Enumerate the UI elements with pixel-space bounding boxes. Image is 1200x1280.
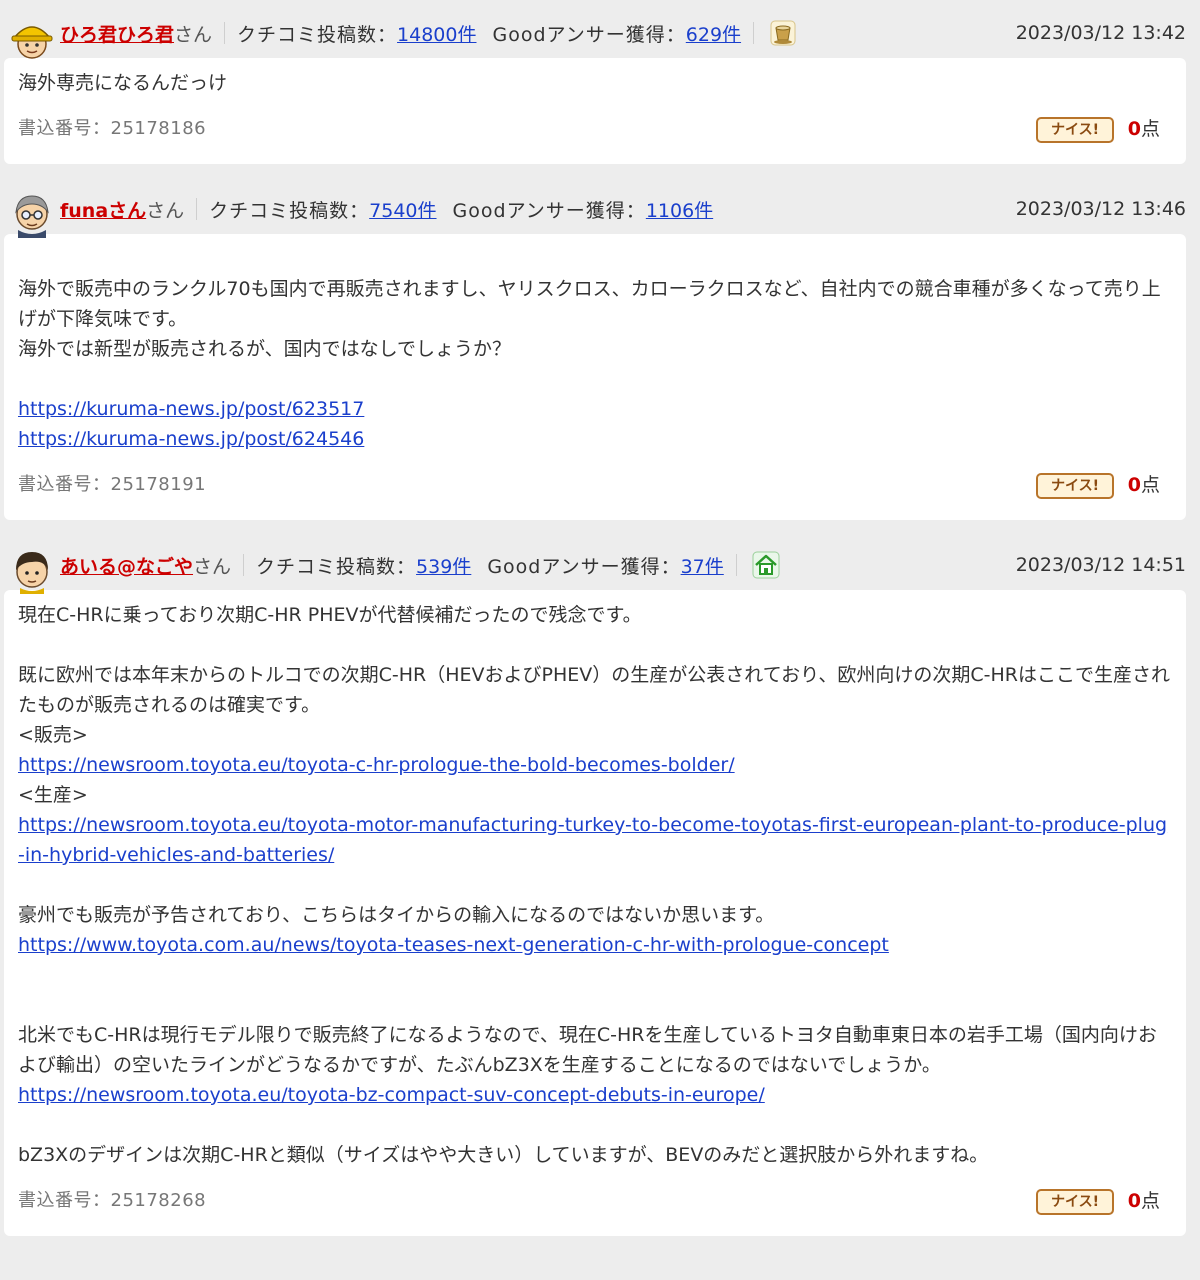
post-text-line [18, 244, 1172, 274]
good-answer-label: Goodアンサー獲得： [452, 199, 646, 222]
avatar-hardhat-icon[interactable] [8, 14, 56, 62]
post-body: 現在C-HRに乗っており次期C-HR PHEVが代替候補だったので残念です。 既… [4, 590, 1186, 1236]
nice-button[interactable]: ナイス! [1036, 473, 1114, 499]
kuchikomi-label: クチコミ投稿数： [237, 23, 398, 46]
nice-score: 0点 [1128, 114, 1160, 144]
post-text-line: 北米でもC-HRは現行モデル限りで販売終了になるようなので、現在C-HRを生産し… [18, 1024, 1157, 1076]
post-text-line [18, 364, 1172, 394]
post-id: 書込番号：25178191 [18, 474, 207, 495]
nice-score-unit: 点 [1140, 1190, 1160, 1212]
post-link[interactable]: https://www.toyota.com.au/news/toyota-te… [18, 930, 1172, 960]
post-link[interactable]: https://kuruma-news.jp/post/624546 [18, 424, 1172, 454]
post-text-line: 海外では新型が販売されるが、国内ではなしでしょうか？ [18, 338, 512, 360]
nice-score: 0点 [1128, 1186, 1160, 1216]
divider [196, 198, 198, 220]
post-id: 書込番号：25178268 [18, 1190, 207, 1211]
good-answer-count-link[interactable]: 629件 [686, 20, 741, 47]
avatar-dark-hair-icon[interactable] [8, 546, 56, 594]
tea-cup-icon [770, 20, 796, 46]
post-timestamp: 2023/03/12 13:46 [1015, 198, 1186, 220]
nice-score-unit: 点 [1140, 118, 1160, 140]
post-text-line [18, 630, 1172, 660]
post: あいる@なごや さん クチコミ投稿数： 539件 Goodアンサー獲得： 37件… [4, 540, 1186, 1236]
post-link[interactable]: https://newsroom.toyota.eu/toyota-bz-com… [18, 1080, 1172, 1110]
nice-score-value: 0 [1127, 1190, 1141, 1212]
nice-button[interactable]: ナイス! [1036, 1189, 1114, 1215]
post-text-line: bZ3Xのデザインは次期C-HRと類似（サイズはやや大きい）していますが、BEV… [18, 1144, 989, 1166]
divider [224, 22, 226, 44]
good-answer-label: Goodアンサー獲得： [492, 23, 686, 46]
post: ひろ君ひろ君 さん クチコミ投稿数： 14800件 Goodアンサー獲得： 62… [4, 8, 1186, 164]
post-header: ひろ君ひろ君 さん クチコミ投稿数： 14800件 Goodアンサー獲得： 62… [4, 8, 1186, 59]
post-text-line: <販売> [18, 724, 88, 746]
post-text-line [18, 960, 1172, 990]
avatar-gray-hair-glasses-icon[interactable] [8, 190, 56, 238]
post-text-line [18, 990, 1172, 1020]
post-text-line [18, 1110, 1172, 1140]
kuchikomi-label: クチコミ投稿数： [256, 555, 417, 578]
post-text-line: 既に欧州では本年末からのトルコでの次期C-HR（HEVおよびPHEV）の生産が公… [18, 664, 1170, 716]
post-timestamp: 2023/03/12 13:42 [1015, 22, 1186, 44]
post-link[interactable]: https://newsroom.toyota.eu/toyota-c-hr-p… [18, 750, 1172, 780]
post-text-line: 現在C-HRに乗っており次期C-HR PHEVが代替候補だったので残念です。 [18, 604, 642, 626]
nice-score-value: 0 [1127, 474, 1141, 496]
post-text-line: 海外専売になるんだっけ [18, 72, 228, 94]
post-timestamp: 2023/03/12 14:51 [1015, 554, 1186, 576]
honorific: さん [193, 555, 232, 578]
post-footer: 書込番号：25178268 ナイス! 0点 [18, 1176, 1172, 1224]
green-house-icon [752, 551, 780, 579]
nice-button[interactable]: ナイス! [1036, 117, 1114, 143]
divider [735, 554, 737, 576]
username-link[interactable]: funaさん [60, 196, 146, 223]
post-link[interactable]: https://kuruma-news.jp/post/623517 [18, 394, 1172, 424]
username-link[interactable]: あいる@なごや [60, 552, 193, 579]
post-header: あいる@なごや さん クチコミ投稿数： 539件 Goodアンサー獲得： 37件… [4, 540, 1186, 594]
post-text-line: 豪州でも販売が予告されており、こちらはタイからの輸入になるのではないか思います。 [18, 904, 775, 926]
post-footer: 書込番号：25178186 ナイス! 0点 [18, 104, 1172, 152]
nice-score-unit: 点 [1140, 474, 1160, 496]
post-id: 書込番号：25178186 [18, 118, 207, 139]
good-answer-count-link[interactable]: 37件 [681, 552, 724, 579]
post-meta: ひろ君ひろ君 さん クチコミ投稿数： 14800件 Goodアンサー獲得： 62… [60, 8, 798, 58]
post-header: funaさん さん クチコミ投稿数： 7540件 Goodアンサー獲得： 110… [4, 184, 1186, 238]
post-link[interactable]: https://newsroom.toyota.eu/toyota-motor-… [18, 810, 1172, 870]
good-answer-label: Goodアンサー獲得： [487, 555, 681, 578]
nice-score: 0点 [1128, 470, 1160, 500]
post-meta: あいる@なごや さん クチコミ投稿数： 539件 Goodアンサー獲得： 37件 [60, 540, 781, 590]
post-body: 海外専売になるんだっけ 書込番号：25178186 ナイス! 0点 [4, 58, 1186, 164]
divider [753, 22, 755, 44]
kuchikomi-count-link[interactable]: 7540件 [369, 196, 436, 223]
post-footer: 書込番号：25178191 ナイス! 0点 [18, 460, 1172, 508]
kuchikomi-label: クチコミ投稿数： [209, 199, 370, 222]
honorific: さん [174, 23, 213, 46]
post-body: 海外で販売中のランクル70も国内で再販売されますし、ヤリスクロス、カローラクロス… [4, 234, 1186, 520]
post-meta: funaさん さん クチコミ投稿数： 7540件 Goodアンサー獲得： 110… [60, 184, 713, 234]
good-answer-count-link[interactable]: 1106件 [646, 196, 713, 223]
post-text-line [18, 870, 1172, 900]
kuchikomi-count-link[interactable]: 539件 [416, 552, 471, 579]
divider [243, 554, 245, 576]
post-text-line: 海外で販売中のランクル70も国内で再販売されますし、ヤリスクロス、カローラクロス… [18, 278, 1161, 330]
nice-score-value: 0 [1127, 118, 1141, 140]
username-link[interactable]: ひろ君ひろ君 [60, 20, 174, 47]
kuchikomi-count-link[interactable]: 14800件 [397, 20, 476, 47]
post: funaさん さん クチコミ投稿数： 7540件 Goodアンサー獲得： 110… [4, 184, 1186, 520]
honorific: さん [146, 199, 185, 222]
post-text-line: <生産> [18, 784, 88, 806]
